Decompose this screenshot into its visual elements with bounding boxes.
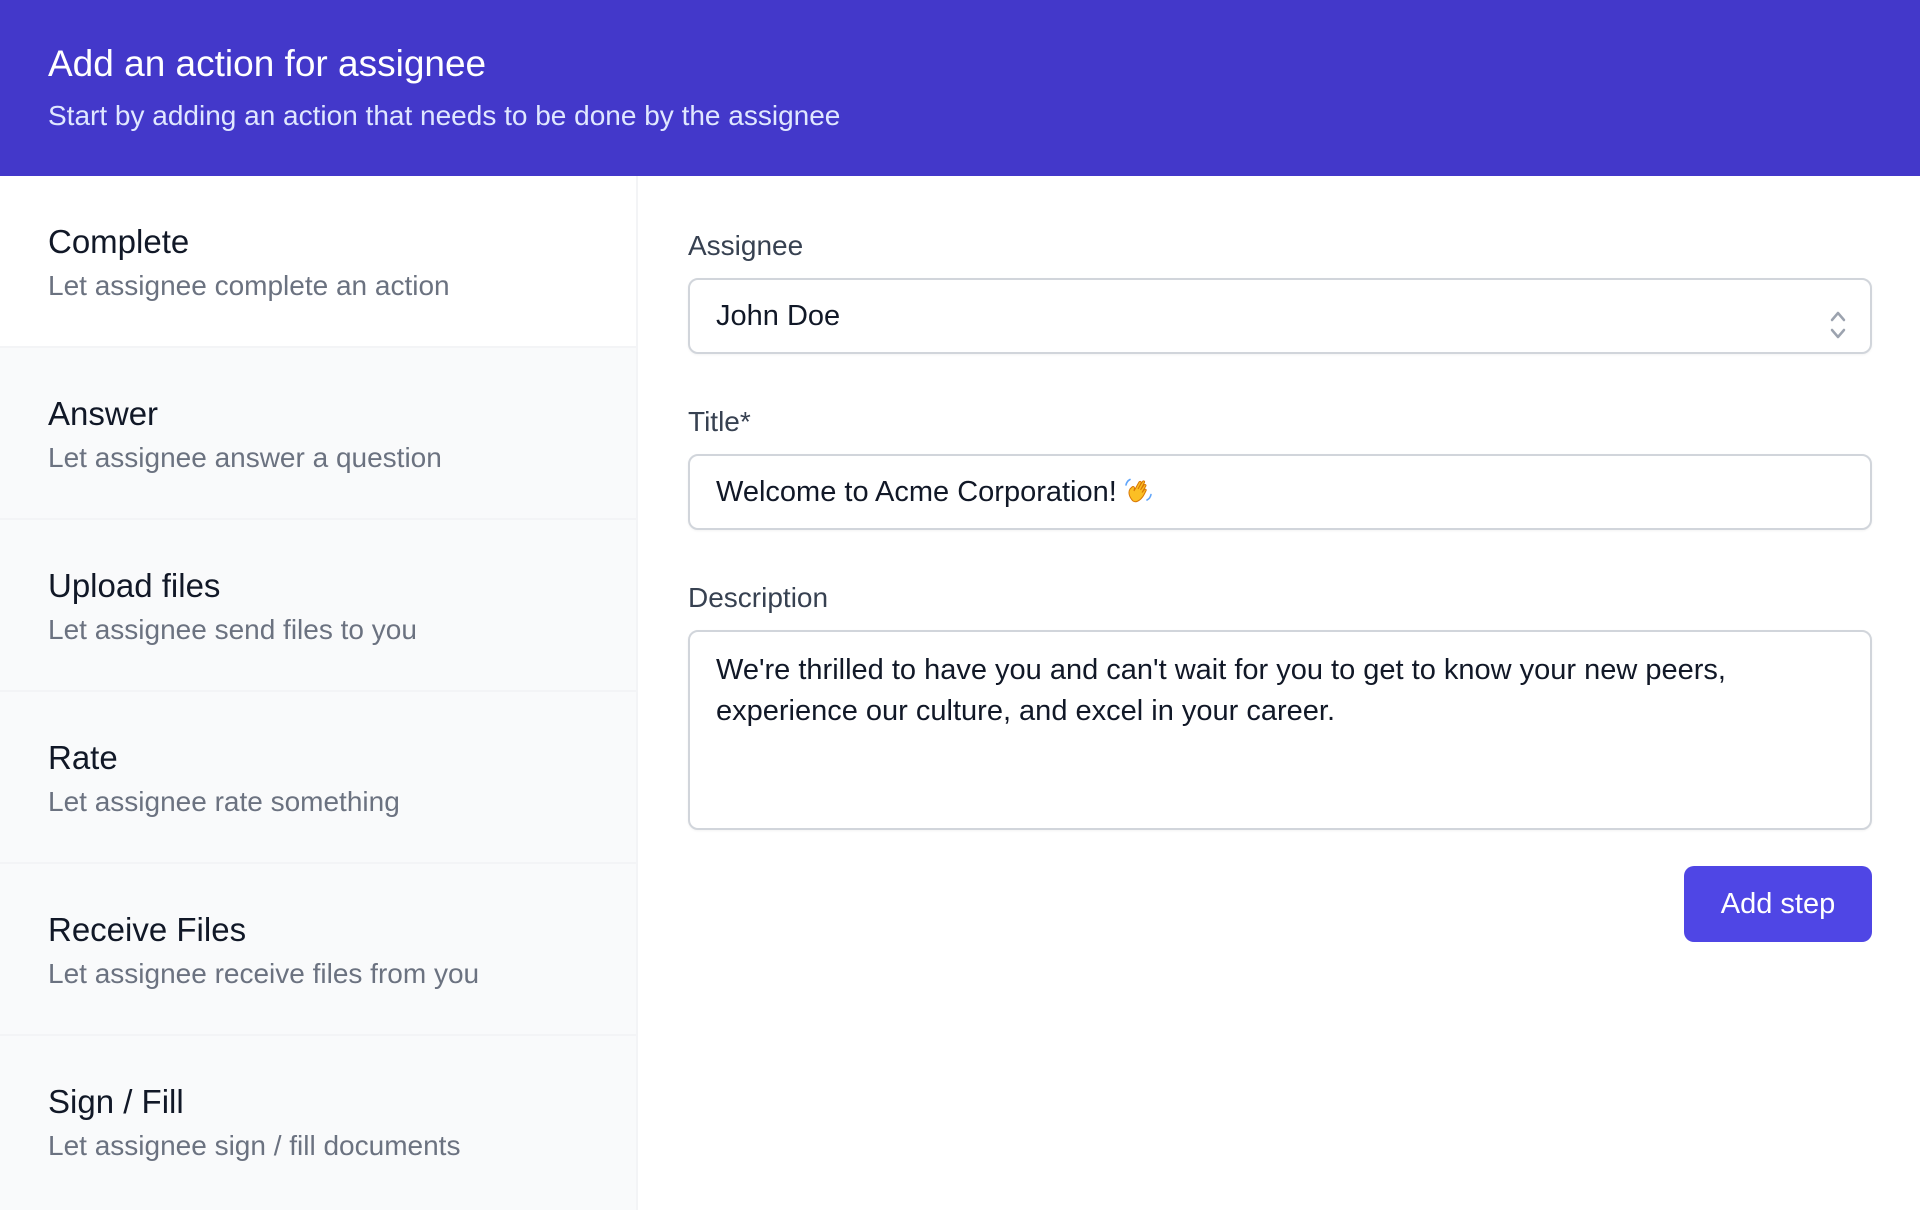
description-textarea[interactable]: We're thrilled to have you and can't wai… <box>688 630 1872 830</box>
action-item-rate[interactable]: Rate Let assignee rate something <box>0 692 636 864</box>
title-input[interactable]: Welcome to Acme Corporation! <box>688 454 1872 530</box>
assignee-field-group: Assignee John Doe <box>688 226 1872 354</box>
assignee-label: Assignee <box>688 230 804 261</box>
action-item-upload-files[interactable]: Upload files Let assignee send files to … <box>0 520 636 692</box>
action-item-answer[interactable]: Answer Let assignee answer a question <box>0 348 636 520</box>
waving-hand-icon <box>1123 460 1153 532</box>
action-item-description: Let assignee rate something <box>48 786 400 817</box>
action-item-sign-fill[interactable]: Sign / Fill Let assignee sign / fill doc… <box>0 1036 636 1208</box>
assignee-selected-value: John Doe <box>716 300 841 332</box>
page-subtitle: Start by adding an action that needs to … <box>48 100 841 131</box>
action-item-description: Let assignee send files to you <box>48 614 417 645</box>
action-item-title: Upload files <box>48 567 221 604</box>
action-item-description: Let assignee sign / fill documents <box>48 1130 461 1161</box>
description-field-group: Description We're thrilled to have you a… <box>688 578 1872 830</box>
action-item-description: Let assignee complete an action <box>48 270 450 301</box>
title-field-group: Title* Welcome to Acme Corporation! <box>688 402 1872 530</box>
action-item-complete[interactable]: Complete Let assignee complete an action <box>0 176 636 348</box>
title-input-value: Welcome to Acme Corporation! <box>716 476 1117 508</box>
add-step-button[interactable]: Add step <box>1684 866 1872 942</box>
action-item-title: Receive Files <box>48 911 247 948</box>
assignee-select[interactable]: John Doe <box>688 278 1872 354</box>
action-type-list: Complete Let assignee complete an action… <box>0 176 638 1210</box>
action-item-title: Complete <box>48 223 190 260</box>
action-form: Assignee John Doe Title* Welcome to Acme… <box>638 176 1920 1210</box>
page-title: Add an action for assignee <box>48 43 487 84</box>
action-item-title: Sign / Fill <box>48 1083 184 1120</box>
action-item-title: Answer <box>48 395 159 432</box>
description-label: Description <box>688 582 829 613</box>
title-label: Title* <box>688 406 751 437</box>
action-item-description: Let assignee answer a question <box>48 442 442 473</box>
page-header: Add an action for assignee Start by addi… <box>0 0 1920 176</box>
action-item-title: Rate <box>48 739 118 776</box>
chevron-up-down-icon <box>1828 298 1848 339</box>
action-item-description: Let assignee receive files from you <box>48 958 480 989</box>
action-item-receive-files[interactable]: Receive Files Let assignee receive files… <box>0 864 636 1036</box>
